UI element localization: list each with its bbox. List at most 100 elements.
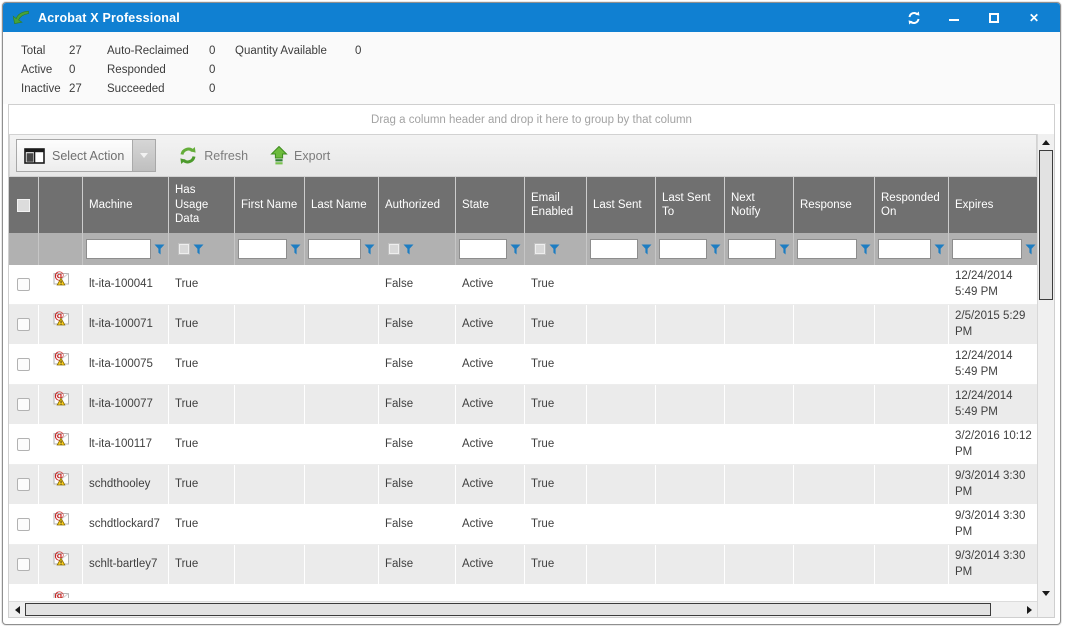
cell-last-sent (587, 505, 656, 544)
cell-first-name (235, 425, 305, 464)
cell-last-sent (587, 425, 656, 464)
table-row[interactable]: @lt-ita-100041TrueFalseActiveTrue12/24/2… (9, 265, 1037, 305)
filter-input-next-notify[interactable] (728, 239, 776, 259)
select-all-checkbox[interactable] (17, 199, 30, 212)
filter-icon[interactable] (403, 244, 414, 255)
scroll-up-button[interactable] (1038, 134, 1054, 150)
filter-icon[interactable] (154, 244, 165, 255)
cell-first-name (235, 585, 305, 598)
cell-last-sent-to (656, 345, 725, 384)
filter-icon[interactable] (364, 244, 375, 255)
filter-checkbox-email-enabled[interactable] (534, 243, 546, 255)
grid-container: Drag a column header and drop it here to… (8, 104, 1055, 618)
column-header-has-usage-data[interactable]: Has Usage Data (169, 177, 235, 233)
cell-first-name (235, 465, 305, 504)
filter-icon[interactable] (549, 244, 560, 255)
column-header-first-name[interactable]: First Name (235, 177, 305, 233)
row-checkbox[interactable] (17, 398, 30, 411)
column-header-state[interactable]: State (456, 177, 525, 233)
row-checkbox[interactable] (17, 518, 30, 531)
column-header-response[interactable]: Response (794, 177, 875, 233)
row-checkbox[interactable] (17, 438, 30, 451)
row-checkbox[interactable] (17, 358, 30, 371)
row-checkbox[interactable] (17, 278, 30, 291)
filter-icon[interactable] (510, 244, 521, 255)
vertical-scroll-thumb[interactable] (1039, 150, 1053, 300)
row-checkbox[interactable] (17, 318, 30, 331)
select-action-button[interactable]: Select Action (16, 139, 156, 172)
table-row[interactable]: @schlt-TrueFalseActiveTrue10/27/2014 (9, 585, 1037, 598)
minimize-button[interactable] (946, 10, 962, 26)
filter-input-expires[interactable] (952, 239, 1022, 259)
filter-input-last-sent-to[interactable] (659, 239, 707, 259)
cell-expires: 12/24/2014 5:49 PM (949, 385, 1037, 424)
cell-email-enabled: True (525, 425, 587, 464)
vertical-scrollbar[interactable] (1037, 134, 1054, 617)
filter-input-response[interactable] (797, 239, 857, 259)
column-header-last-sent[interactable]: Last Sent (587, 177, 656, 233)
filter-icon-cell (39, 233, 83, 265)
table-row[interactable]: @lt-ita-100075TrueFalseActiveTrue12/24/2… (9, 345, 1037, 385)
cell-responded-on (875, 265, 949, 304)
cell-machine: lt-ita-100041 (83, 265, 169, 304)
column-header-last-name[interactable]: Last Name (305, 177, 379, 233)
filter-icon[interactable] (860, 244, 871, 255)
close-button[interactable]: ✕ (1026, 10, 1042, 26)
cell-last-name (305, 345, 379, 384)
filter-checkbox-authorized[interactable] (388, 243, 400, 255)
titlebar[interactable]: Acrobat X Professional ✕ (3, 3, 1060, 32)
table-row[interactable]: @schdtlockard7TrueFalseActiveTrue9/3/201… (9, 505, 1037, 545)
refresh-button[interactable]: Refresh (178, 146, 248, 165)
horizontal-scrollbar[interactable] (9, 601, 1037, 617)
column-header-authorized[interactable]: Authorized (379, 177, 456, 233)
filter-input-machine[interactable] (86, 239, 151, 259)
filter-icon[interactable] (710, 244, 721, 255)
cell-first-name (235, 305, 305, 344)
select-action-dropdown[interactable] (132, 140, 155, 171)
filter-input-responded-on[interactable] (878, 239, 931, 259)
filter-icon[interactable] (1025, 244, 1036, 255)
refresh-icon (178, 146, 198, 165)
maximize-button[interactable] (986, 10, 1002, 26)
table-row[interactable]: @lt-ita-100117TrueFalseActiveTrue3/2/201… (9, 425, 1037, 465)
export-button[interactable]: Export (270, 146, 330, 165)
email-warning-icon: @ (52, 350, 70, 366)
table-row[interactable]: @lt-ita-100071TrueFalseActiveTrue2/5/201… (9, 305, 1037, 345)
row-checkbox[interactable] (17, 478, 30, 491)
scroll-down-button[interactable] (1038, 585, 1054, 601)
group-by-band[interactable]: Drag a column header and drop it here to… (9, 105, 1054, 134)
filter-icon[interactable] (193, 244, 204, 255)
cell-authorized: False (379, 305, 456, 344)
filter-icon[interactable] (290, 244, 301, 255)
scroll-left-button[interactable] (9, 602, 25, 617)
table-row[interactable]: @schlt-bartley7TrueFalseActiveTrue9/3/20… (9, 545, 1037, 585)
filter-icon[interactable] (779, 244, 790, 255)
svg-text:@: @ (54, 511, 64, 522)
cell-last-name (305, 385, 379, 424)
filter-checkbox-has-usage-data[interactable] (178, 243, 190, 255)
filter-input-last-name[interactable] (308, 239, 361, 259)
filter-input-first-name[interactable] (238, 239, 287, 259)
row-checkbox[interactable] (17, 558, 30, 571)
vertical-scroll-track[interactable] (1038, 300, 1054, 585)
cell-expires: 12/24/2014 5:49 PM (949, 345, 1037, 384)
column-header-last-sent-to[interactable]: Last Sent To (656, 177, 725, 233)
filter-input-last-sent[interactable] (590, 239, 638, 259)
filter-input-state[interactable] (459, 239, 507, 259)
cell-next-notify (725, 385, 794, 424)
window-refresh-button[interactable] (906, 10, 922, 26)
table-row[interactable]: @schdthooleyTrueFalseActiveTrue9/3/2014 … (9, 465, 1037, 505)
table-row[interactable]: @lt-ita-100077TrueFalseActiveTrue12/24/2… (9, 385, 1037, 425)
column-header-email-enabled[interactable]: Email Enabled (525, 177, 587, 233)
email-warning-icon: @ (52, 430, 70, 446)
column-header-responded-on[interactable]: Responded On (875, 177, 949, 233)
filter-icon[interactable] (934, 244, 945, 255)
column-header-expires[interactable]: Expires (949, 177, 1039, 233)
scroll-right-button[interactable] (1021, 602, 1037, 617)
column-header-next-notify[interactable]: Next Notify (725, 177, 794, 233)
column-header-machine[interactable]: Machine (83, 177, 169, 233)
cell-authorized: False (379, 585, 456, 598)
row-select-cell (9, 305, 39, 344)
horizontal-scroll-thumb[interactable] (25, 603, 991, 616)
filter-icon[interactable] (641, 244, 652, 255)
